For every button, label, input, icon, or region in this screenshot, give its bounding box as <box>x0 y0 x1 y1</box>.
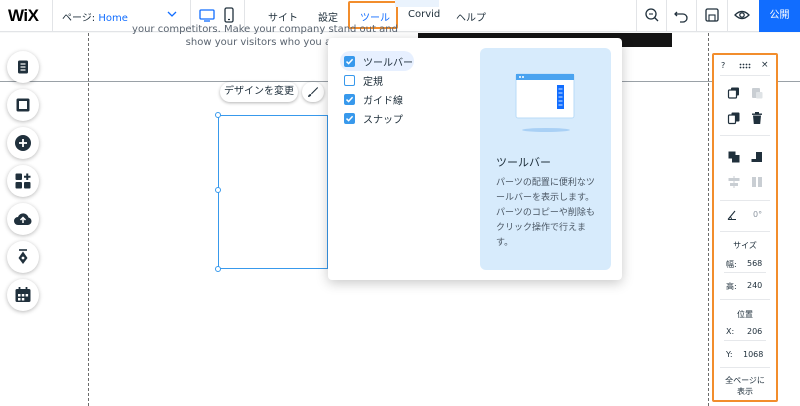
chevron-down-icon[interactable] <box>166 8 178 20</box>
divider <box>720 299 770 300</box>
app-market-button[interactable] <box>7 165 39 197</box>
save-icon[interactable] <box>703 6 721 24</box>
tools-item-snap[interactable]: スナップ <box>340 108 414 128</box>
tool-info-panel: ツールバー パーツの配置に便利なツールバーを表示します。パーツのコピーや削除もク… <box>480 48 611 270</box>
publish-button[interactable]: 公開 <box>759 0 800 32</box>
menu-site[interactable]: サイト <box>268 9 298 24</box>
tools-item-label: 定規 <box>363 76 383 88</box>
undo-icon[interactable] <box>672 6 690 24</box>
info-description: パーツの配置に便利なツールバーを表示します。パーツのコピーや削除もクリック操作で… <box>496 178 595 248</box>
menu-help[interactable]: ヘルプ <box>456 9 486 24</box>
divider <box>724 272 766 273</box>
x-input[interactable]: 206 <box>747 327 762 336</box>
paste-icon <box>752 88 763 99</box>
add-icon <box>15 135 31 151</box>
desktop-icon[interactable] <box>198 6 216 24</box>
tools-item-toolbar[interactable]: ツールバー <box>340 51 414 71</box>
menu-corvid[interactable]: Corvid <box>408 9 440 20</box>
align-icon[interactable] <box>750 150 764 164</box>
drag-handle-icon[interactable] <box>739 63 751 69</box>
tools-item-label: ツールバー <box>363 57 413 69</box>
divider <box>720 231 770 232</box>
background-button[interactable] <box>7 89 39 121</box>
mobile-icon[interactable] <box>220 6 238 24</box>
toolbar-panel: ? × 0° サイズ 幅: 568 高: 240 位置 X: 206 Y: 10… <box>712 53 778 402</box>
left-gridline <box>88 33 89 406</box>
arrange-forward-icon[interactable] <box>727 150 741 164</box>
checkbox-checked-icon[interactable] <box>344 112 355 124</box>
resize-handle[interactable] <box>215 266 221 272</box>
divider <box>636 0 637 32</box>
checkbox-checked-icon[interactable] <box>344 93 355 105</box>
tools-item-label: スナップ <box>363 114 403 126</box>
position-label: 位置 <box>737 310 753 319</box>
height-key: 高: <box>726 282 737 291</box>
y-input[interactable]: 1068 <box>743 350 763 359</box>
app-market-icon <box>15 173 31 189</box>
dropdown-pointer <box>395 0 439 7</box>
upload-button[interactable] <box>7 203 39 235</box>
height-input[interactable]: 240 <box>747 281 762 290</box>
zoom-icon[interactable] <box>643 6 661 24</box>
delete-icon[interactable] <box>750 111 764 125</box>
bookings-icon <box>15 287 31 302</box>
page-selector[interactable]: ページ: Home <box>62 9 128 24</box>
rotate-angle-icon[interactable] <box>725 208 739 222</box>
selected-element-frame[interactable] <box>218 115 328 269</box>
page-label: ページ: <box>62 13 96 24</box>
checkbox-checked-icon[interactable] <box>344 55 355 67</box>
divider <box>720 75 770 76</box>
divider <box>666 0 667 32</box>
blog-icon <box>18 249 28 264</box>
resize-handle[interactable] <box>215 112 221 118</box>
footer-line: 全ページに <box>725 376 765 385</box>
brush-icon <box>308 87 318 97</box>
width-input[interactable]: 568 <box>747 259 762 268</box>
tools-item-guides[interactable]: ガイド線 <box>340 89 414 109</box>
bookings-button[interactable] <box>7 279 39 311</box>
divider <box>696 0 697 32</box>
tools-item-label: ガイド線 <box>363 95 403 107</box>
site-text-line: your competitors. Make your company stan… <box>132 24 398 35</box>
tools-dropdown: ツールバー 定規 ガイド線 スナップ ツールバー パーツの配置に便利なツールバー… <box>328 38 622 280</box>
divider <box>720 200 770 201</box>
divider <box>720 367 770 368</box>
divider <box>727 0 728 32</box>
toolbar-illustration-icon <box>515 73 575 132</box>
edit-design-button[interactable] <box>302 82 324 102</box>
duplicate-icon[interactable] <box>727 111 741 125</box>
help-icon[interactable]: ? <box>721 61 725 70</box>
copy-icon[interactable] <box>727 86 741 100</box>
resize-handle[interactable] <box>215 187 221 193</box>
distribute-icon <box>728 176 740 188</box>
footer-line: 表示 <box>737 387 753 396</box>
x-key: X: <box>726 327 735 336</box>
change-design-button[interactable]: デザインを変更 <box>220 82 298 102</box>
info-title: ツールバー <box>496 156 551 169</box>
preview-eye-icon[interactable] <box>733 6 751 24</box>
show-on-all-pages-button[interactable]: 全ページに 表示 <box>714 375 776 397</box>
upload-icon <box>14 213 32 225</box>
close-icon[interactable]: × <box>761 60 769 70</box>
menu-settings[interactable]: 設定 <box>318 9 338 24</box>
checkbox-unchecked-icon[interactable] <box>344 74 355 86</box>
tools-item-rulers[interactable]: 定規 <box>340 70 414 90</box>
size-label: サイズ <box>733 241 757 250</box>
y-key: Y: <box>726 350 733 359</box>
rotation-value[interactable]: 0° <box>753 210 762 219</box>
blog-button[interactable] <box>7 241 39 273</box>
wix-logo[interactable]: WiX <box>8 6 39 26</box>
pages-button[interactable] <box>7 51 39 83</box>
width-key: 幅: <box>726 260 737 269</box>
match-size-icon <box>752 177 762 187</box>
divider <box>724 340 766 341</box>
divider <box>52 0 53 32</box>
divider <box>720 135 770 136</box>
background-icon <box>16 98 30 112</box>
right-gridline <box>708 33 709 406</box>
add-button[interactable] <box>7 127 39 159</box>
pages-icon <box>18 60 28 74</box>
